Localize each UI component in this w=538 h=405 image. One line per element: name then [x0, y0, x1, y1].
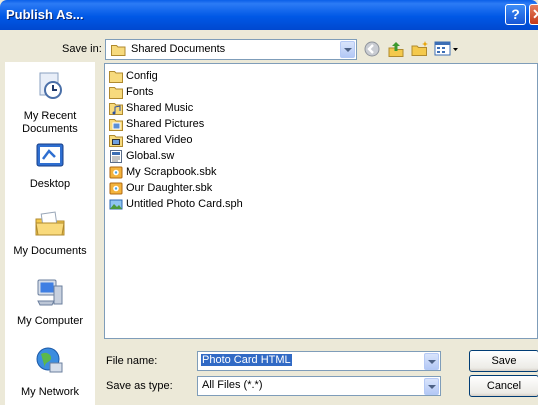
file-name: Fonts: [126, 86, 154, 98]
place-my-documents[interactable]: My Documents: [5, 207, 95, 262]
views-menu-icon[interactable]: [434, 40, 460, 58]
title-bar: Publish As... ? ✕: [0, 0, 538, 30]
close-button[interactable]: ✕: [529, 4, 538, 25]
place-label: My Documents: [13, 245, 87, 257]
file-name: Global.sw: [126, 150, 175, 162]
place-my-computer[interactable]: My Computer: [5, 277, 95, 332]
place-my-recent-documents[interactable]: My Recent Documents: [5, 69, 95, 139]
place-desktop[interactable]: Desktop: [5, 140, 95, 200]
window-title: Publish As...: [6, 7, 84, 22]
save-as-type-dropdown[interactable]: All Files (*.*): [197, 376, 441, 396]
place-label: My Network: [20, 386, 80, 398]
file-name-input[interactable]: Photo Card HTML: [197, 351, 441, 371]
music-folder-icon: [109, 103, 123, 115]
file-name: Config: [126, 70, 158, 82]
save-button[interactable]: Save: [469, 350, 538, 372]
file-name: Our Daughter.sbk: [126, 182, 213, 194]
place-label: Desktop: [29, 178, 71, 190]
folder-icon: [109, 71, 123, 83]
file-name: Shared Pictures: [126, 118, 205, 130]
new-folder-icon[interactable]: [411, 40, 429, 58]
desktop-icon: [36, 143, 64, 167]
file-name-label: File name:: [106, 355, 158, 367]
scrapbook-icon: [109, 166, 123, 179]
file-name: My Scrapbook.sbk: [126, 166, 217, 178]
chevron-down-icon[interactable]: [424, 353, 439, 370]
pictures-folder-icon: [109, 119, 123, 131]
file-name: Shared Music: [126, 102, 194, 114]
cancel-button[interactable]: Cancel: [469, 375, 538, 397]
video-folder-icon: [109, 135, 123, 147]
place-label: My Recent: [23, 110, 77, 122]
file-list[interactable]: Config Fonts Shared Music Shared Picture…: [104, 63, 538, 339]
my-recent-documents-icon: [39, 72, 62, 99]
chevron-down-icon[interactable]: [340, 41, 355, 58]
save-in-label: Save in:: [62, 43, 102, 55]
file-name: Untitled Photo Card.sph: [126, 198, 243, 210]
save-in-dropdown[interactable]: Shared Documents: [105, 39, 357, 60]
file-name: Shared Video: [126, 134, 193, 146]
document-icon: [110, 150, 122, 163]
scrapbook-icon: [109, 182, 123, 195]
save-as-type-value: All Files (*.*): [202, 379, 263, 391]
my-network-icon: [36, 347, 63, 373]
folder-icon: [111, 45, 126, 56]
place-label: Documents: [22, 123, 78, 135]
up-folder-icon[interactable]: [387, 40, 405, 58]
save-as-type-label: Save as type:: [106, 380, 173, 392]
my-computer-icon: [37, 279, 63, 306]
close-icon: ✕: [532, 6, 538, 22]
help-button[interactable]: ?: [505, 4, 526, 25]
save-in-value: Shared Documents: [131, 43, 226, 55]
folder-icon: [109, 87, 123, 99]
place-label: My Computer: [16, 315, 84, 327]
places-bar: My Recent Documents Desktop My Documents…: [5, 62, 95, 405]
chevron-down-icon[interactable]: [424, 378, 439, 395]
back-icon[interactable]: [363, 40, 381, 58]
help-icon: ?: [511, 6, 520, 22]
file-name-value: Photo Card HTML: [201, 354, 292, 366]
my-documents-icon: [35, 211, 65, 236]
place-my-network[interactable]: My Network: [5, 345, 95, 400]
photo-card-icon: [109, 199, 123, 210]
